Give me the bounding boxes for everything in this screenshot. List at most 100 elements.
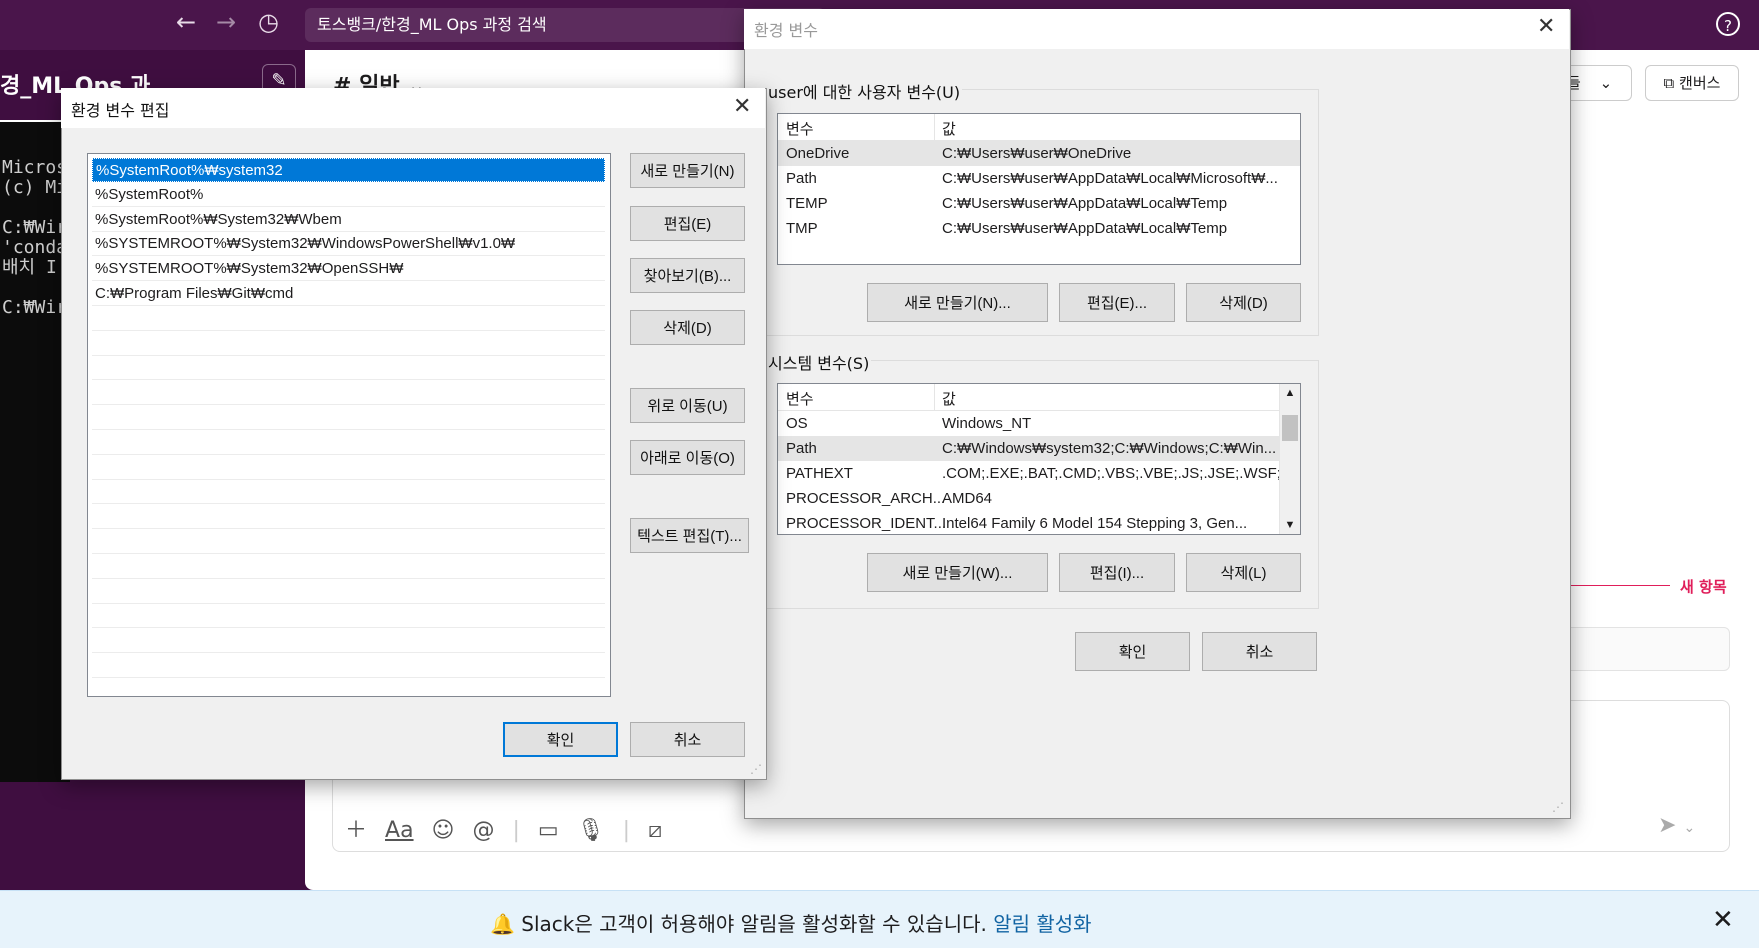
- path-empty-row[interactable]: [92, 456, 605, 480]
- edit-resize-grip-icon[interactable]: ⋰: [750, 762, 762, 776]
- path-empty-row[interactable]: [92, 480, 605, 505]
- enable-notifications-link[interactable]: 알림 활성화: [993, 912, 1091, 936]
- path-empty-row[interactable]: [92, 530, 605, 554]
- env-ok-button[interactable]: 확인: [1075, 632, 1190, 671]
- banner-close-icon[interactable]: ✕: [1712, 905, 1734, 935]
- user-var-value: C:₩Users₩user₩AppData₩Local₩Temp: [942, 220, 1228, 237]
- canvas-icon: ⧉: [1663, 74, 1675, 92]
- system-var-value: Intel64 Family 6 Model 154 Stepping 3, G…: [942, 515, 1248, 532]
- path-move-up-button[interactable]: 위로 이동(U): [630, 388, 745, 423]
- path-empty-row[interactable]: [92, 580, 605, 604]
- path-list[interactable]: %SystemRoot%₩system32 %SystemRoot% %System…: [87, 153, 611, 697]
- system-vars-list[interactable]: 변수 값 OS Windows_NT Path C:₩Windows₩system32…: [777, 383, 1301, 535]
- edit-cancel-button[interactable]: 취소: [630, 722, 745, 757]
- path-empty-row[interactable]: [92, 505, 605, 530]
- edit-ok-button[interactable]: 확인: [503, 722, 618, 757]
- path-empty-row[interactable]: [92, 555, 605, 579]
- path-empty-row[interactable]: [92, 406, 605, 430]
- user-vars-list[interactable]: 변수 값 OneDrive C:₩Users₩user₩OneDrive Path C…: [777, 113, 1301, 265]
- scroll-up-icon[interactable]: ▲: [1280, 387, 1300, 399]
- system-var-row[interactable]: Path C:₩Windows₩system32;C:₩Windows;C:₩Wi…: [778, 436, 1300, 461]
- new-item-label: 새 항목: [1680, 578, 1727, 596]
- col-var-header[interactable]: 변수: [786, 118, 814, 139]
- path-empty-row[interactable]: [92, 356, 605, 381]
- col-val-header[interactable]: 값: [942, 118, 956, 139]
- system-var-name: PROCESSOR_IDENT...: [786, 515, 947, 532]
- forward-arrow-icon[interactable]: →: [216, 8, 236, 36]
- scroll-down-icon[interactable]: ▼: [1280, 519, 1300, 531]
- path-item[interactable]: %SYSTEMROOT%₩System32₩WindowsPowerShell₩…: [92, 232, 605, 257]
- user-var-name: TMP: [786, 220, 818, 237]
- path-new-button[interactable]: 새로 만들기(N): [630, 153, 745, 188]
- scroll-thumb[interactable]: [1282, 415, 1298, 441]
- system-vars-scrollbar[interactable]: ▲ ▼: [1279, 384, 1300, 534]
- env-resize-grip-icon[interactable]: ⋰: [1552, 800, 1564, 814]
- path-empty-row[interactable]: [92, 381, 605, 406]
- env-dialog-close-icon[interactable]: ✕: [1537, 14, 1555, 39]
- new-item-divider: [1570, 585, 1670, 586]
- system-var-row[interactable]: PATHEXT .COM;.EXE;.BAT;.CMD;.VBS;.VBE;.JS…: [778, 461, 1300, 486]
- user-new-button[interactable]: 새로 만들기(N)...: [867, 283, 1048, 322]
- composer-toolbar: ＋ Aa ☺ @ | ▭ 🎙 | ⧄: [345, 818, 663, 843]
- path-empty-row[interactable]: [92, 307, 605, 331]
- path-empty-row[interactable]: [92, 654, 605, 678]
- help-icon[interactable]: ?: [1716, 12, 1740, 36]
- system-var-name: PROCESSOR_ARCH...: [786, 490, 946, 507]
- mention-icon[interactable]: @: [472, 818, 494, 843]
- user-delete-button[interactable]: 삭제(D): [1186, 283, 1301, 322]
- path-delete-button[interactable]: 삭제(D): [630, 310, 745, 345]
- path-item[interactable]: C:₩Program Files₩Git₩cmd: [92, 282, 605, 306]
- system-vars-label: 시스템 변수(S): [766, 350, 872, 374]
- microphone-icon[interactable]: 🎙: [577, 818, 605, 843]
- system-new-button[interactable]: 새로 만들기(W)...: [867, 553, 1048, 592]
- system-var-value: C:₩Windows₩system32;C:₩Windows;C:₩Win...: [942, 440, 1277, 457]
- user-var-row[interactable]: OneDrive C:₩Users₩user₩OneDrive: [778, 141, 1300, 166]
- system-var-name: OS: [786, 415, 808, 432]
- back-arrow-icon[interactable]: ←: [176, 8, 196, 36]
- user-edit-button[interactable]: 편집(E)...: [1059, 283, 1175, 322]
- path-empty-row[interactable]: [92, 332, 605, 356]
- history-icon[interactable]: ◷: [258, 8, 279, 36]
- terminal-line: 'conda: [2, 238, 68, 258]
- path-item[interactable]: %SystemRoot%₩System32₩Wbem: [92, 208, 605, 232]
- env-cancel-button[interactable]: 취소: [1202, 632, 1317, 671]
- plus-icon[interactable]: ＋: [345, 818, 367, 843]
- path-edit-button[interactable]: 편집(E): [630, 206, 745, 241]
- path-item[interactable]: %SystemRoot%₩system32: [92, 158, 605, 182]
- user-var-value: C:₩Users₩user₩AppData₩Local₩Microsoft₩..…: [942, 170, 1278, 187]
- video-icon[interactable]: ▭: [538, 818, 559, 843]
- banner-message: 🔔 Slack은 고객이 허용해야 알림을 활성화할 수 있습니다. 알림 활성…: [490, 908, 1092, 937]
- send-icon[interactable]: ➤ ⌄: [1658, 813, 1695, 838]
- system-edit-button[interactable]: 편집(I)...: [1059, 553, 1175, 592]
- emoji-icon[interactable]: ☺: [432, 818, 455, 843]
- user-var-name: TEMP: [786, 195, 828, 212]
- system-var-row[interactable]: PROCESSOR_ARCH... AMD64: [778, 486, 1300, 511]
- path-item[interactable]: %SYSTEMROOT%₩System32₩OpenSSH₩: [92, 257, 605, 282]
- system-delete-button[interactable]: 삭제(L): [1186, 553, 1301, 592]
- slash-command-icon[interactable]: ⧄: [648, 818, 662, 843]
- path-browse-button[interactable]: 찾아보기(B)...: [630, 258, 745, 293]
- path-text-edit-button[interactable]: 텍스트 편집(T)...: [630, 518, 749, 553]
- send-options-chevron-icon[interactable]: ⌄: [1683, 820, 1695, 836]
- user-var-row[interactable]: TEMP C:₩Users₩user₩AppData₩Local₩Temp: [778, 191, 1300, 216]
- format-icon[interactable]: Aa: [385, 818, 414, 843]
- path-empty-row[interactable]: [92, 629, 605, 654]
- path-empty-row[interactable]: [92, 604, 605, 629]
- sys-col-val-header[interactable]: 값: [942, 388, 956, 409]
- path-item[interactable]: %SystemRoot%: [92, 183, 605, 207]
- env-dialog-titlebar: [744, 9, 1569, 49]
- edit-dialog-close-icon[interactable]: ✕: [733, 94, 751, 119]
- sys-col-var-header[interactable]: 변수: [786, 388, 814, 409]
- system-vars-header: 변수 값: [778, 384, 1300, 411]
- user-var-row[interactable]: TMP C:₩Users₩user₩AppData₩Local₩Temp: [778, 216, 1300, 241]
- path-move-down-button[interactable]: 아래로 이동(O): [630, 440, 745, 475]
- system-var-value: AMD64: [942, 490, 993, 507]
- user-var-value: C:₩Users₩user₩OneDrive: [942, 145, 1132, 162]
- system-var-row[interactable]: OS Windows_NT: [778, 411, 1300, 436]
- user-var-row[interactable]: Path C:₩Users₩user₩AppData₩Local₩Microsof…: [778, 166, 1300, 191]
- user-var-value: C:₩Users₩user₩AppData₩Local₩Temp: [942, 195, 1228, 212]
- canvas-button[interactable]: ⧉ 캔버스: [1645, 65, 1739, 101]
- path-empty-row[interactable]: [92, 431, 605, 455]
- system-var-row[interactable]: PROCESSOR_IDENT... Intel64 Family 6 Model…: [778, 511, 1300, 534]
